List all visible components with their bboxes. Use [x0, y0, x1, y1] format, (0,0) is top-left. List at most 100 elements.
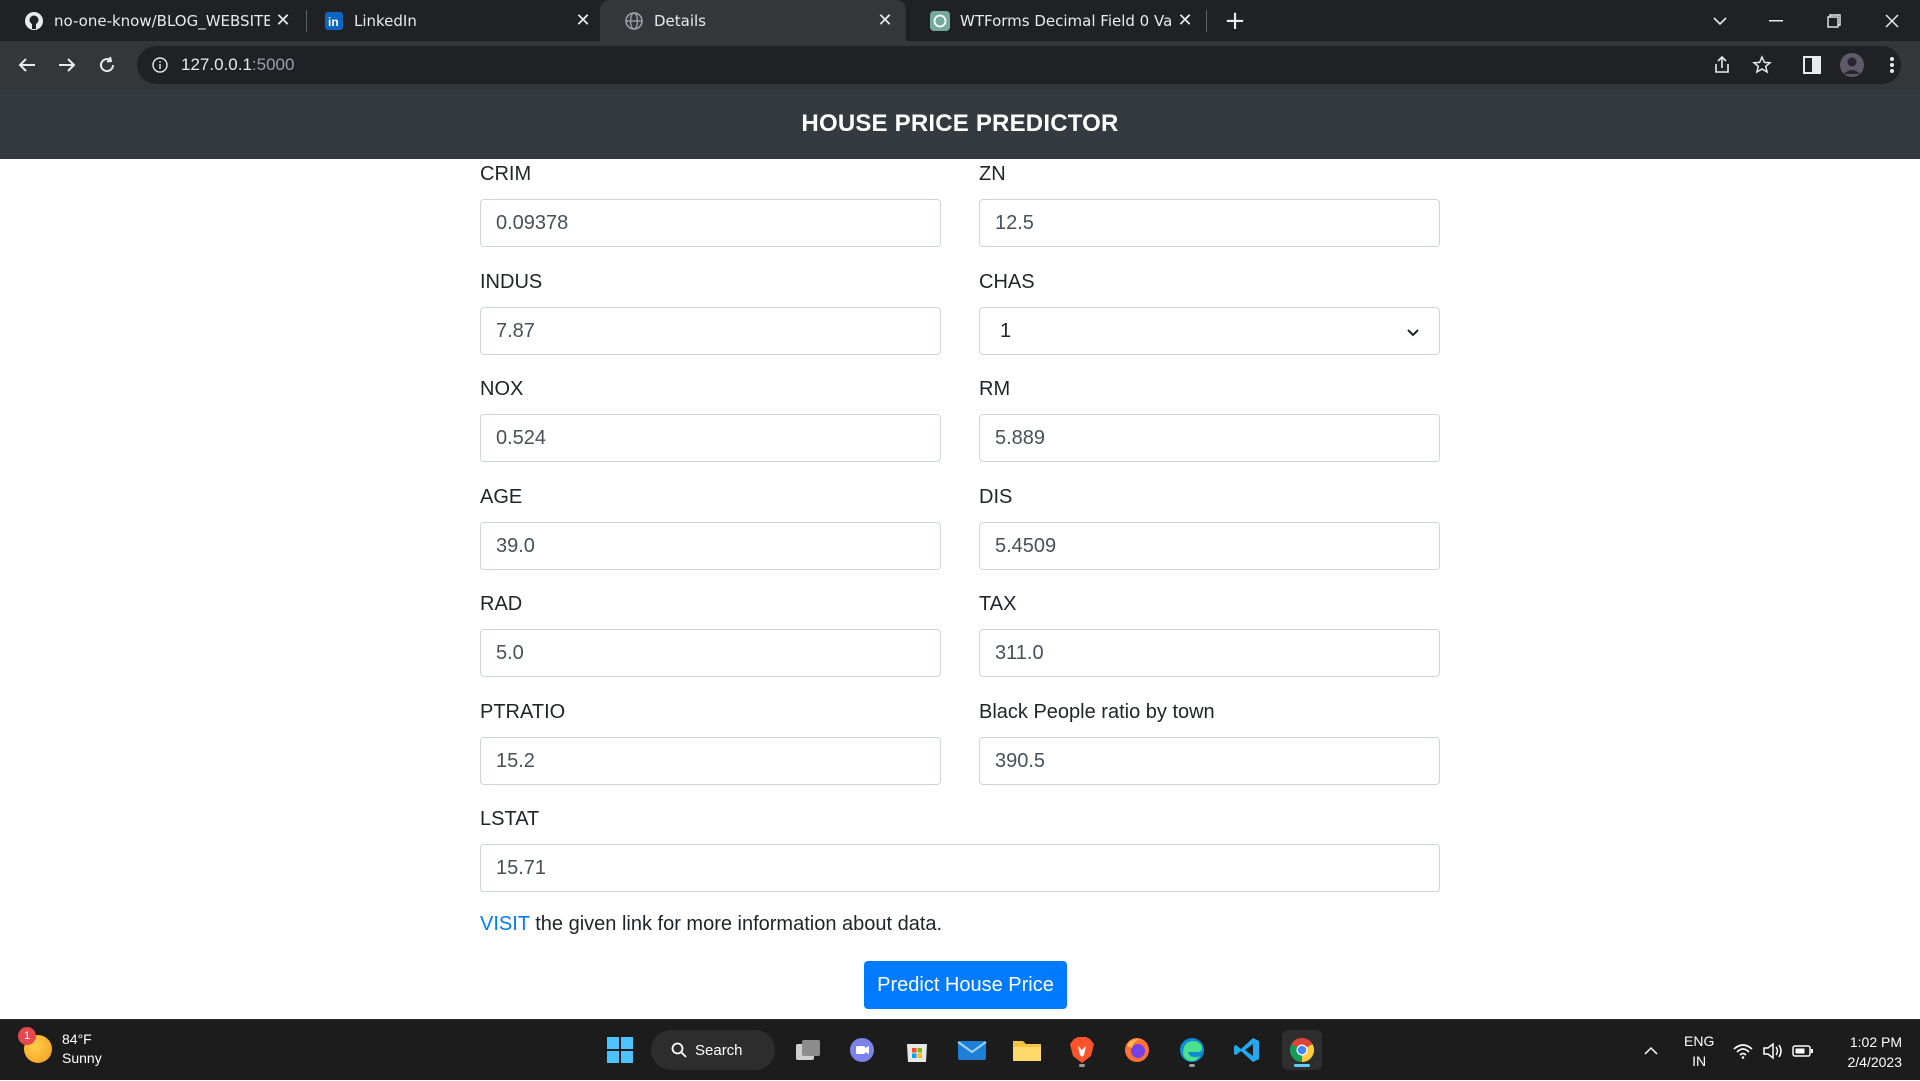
tax-input[interactable]: 311.0	[979, 629, 1440, 677]
running-indicator	[1079, 1064, 1085, 1067]
vscode-icon[interactable]	[1227, 1030, 1267, 1070]
close-icon[interactable]: ✕	[1172, 8, 1198, 34]
url-host: 127.0.0.1	[181, 55, 252, 74]
restore-button[interactable]	[1806, 0, 1862, 41]
region-code: IN	[1692, 1052, 1707, 1069]
edge-icon[interactable]	[1172, 1030, 1212, 1070]
notification-badge: 1	[18, 1027, 36, 1045]
crim-input[interactable]: 0.09378	[480, 199, 941, 247]
age-input[interactable]: 39.0	[480, 522, 941, 570]
chatgpt-icon	[930, 10, 950, 31]
rm-input[interactable]: 5.889	[979, 414, 1440, 462]
volume-status[interactable]	[1762, 1020, 1784, 1081]
browser-tab-strip: no-one-know/BLOG_WEBSITE ✕ in LinkedIn ✕…	[0, 0, 1920, 41]
dis-input[interactable]: 5.4509	[979, 522, 1440, 570]
tab-github[interactable]: no-one-know/BLOG_WEBSITE ✕	[0, 0, 304, 41]
visit-link[interactable]: VISIT	[480, 913, 530, 935]
tab-search-chevron-icon[interactable]	[1692, 0, 1748, 41]
weather-temp: 84°F	[62, 1031, 92, 1047]
system-clock[interactable]: 1:02 PM 2/4/2023	[1820, 1032, 1903, 1072]
weather-widget[interactable]: 1 84°F Sunny	[18, 1027, 102, 1068]
brave-browser-icon[interactable]	[1062, 1030, 1102, 1070]
nox-input[interactable]: 0.524	[480, 414, 941, 462]
chevron-down-icon	[1407, 320, 1419, 343]
weather-desc: Sunny	[62, 1050, 102, 1066]
close-icon[interactable]: ✕	[270, 8, 296, 34]
linkedin-icon: in	[324, 11, 344, 31]
zn-label: ZN	[979, 163, 1006, 185]
back-button[interactable]	[11, 49, 43, 81]
reload-button[interactable]	[91, 49, 123, 81]
github-icon	[24, 11, 44, 31]
close-icon[interactable]: ✕	[570, 8, 596, 34]
tab-title: LinkedIn	[354, 11, 417, 30]
b-input[interactable]: 390.5	[979, 737, 1440, 785]
tab-linkedin[interactable]: in LinkedIn ✕	[300, 0, 604, 41]
zn-input[interactable]: 12.5	[979, 199, 1440, 247]
file-explorer-icon[interactable]	[1007, 1030, 1047, 1070]
page-header: HOUSE PRICE PREDICTOR	[0, 89, 1920, 159]
globe-icon	[624, 11, 644, 31]
lstat-input[interactable]: 15.71	[480, 844, 1440, 892]
ptratio-input[interactable]: 15.2	[480, 737, 941, 785]
sun-icon: 1	[18, 1027, 52, 1063]
start-button[interactable]	[600, 1030, 640, 1070]
info-description: the given link for more information abou…	[529, 913, 943, 935]
rad-input[interactable]: 5.0	[480, 629, 941, 677]
task-view-icon[interactable]	[788, 1030, 828, 1070]
active-indicator	[1294, 1064, 1310, 1067]
search-icon	[671, 1042, 687, 1058]
taskbar-search[interactable]: Search	[651, 1030, 775, 1070]
profile-avatar[interactable]	[1836, 49, 1868, 81]
site-info-icon[interactable]	[151, 56, 169, 74]
indus-label: INDUS	[480, 271, 543, 293]
running-indicator	[1189, 1064, 1195, 1067]
network-status[interactable]	[1733, 1020, 1753, 1081]
close-window-button[interactable]	[1864, 0, 1920, 41]
dis-label: DIS	[979, 486, 1013, 508]
tax-label: TAX	[979, 593, 1017, 615]
bookmark-star-icon[interactable]	[1746, 49, 1778, 81]
language-code: ENG	[1684, 1032, 1715, 1049]
tab-title: Details	[654, 11, 707, 30]
info-text: VISIT the given link for more informatio…	[480, 913, 942, 936]
chrome-icon[interactable]	[1282, 1030, 1322, 1070]
tray-overflow-icon[interactable]	[1643, 1020, 1659, 1081]
rm-label: RM	[979, 378, 1011, 400]
close-icon[interactable]: ✕	[872, 8, 898, 34]
mail-icon[interactable]	[952, 1030, 992, 1070]
forward-button[interactable]	[51, 49, 83, 81]
nox-label: NOX	[480, 378, 524, 400]
new-tab-button[interactable]: +	[1220, 6, 1250, 36]
page-title: HOUSE PRICE PREDICTOR	[801, 110, 1119, 137]
windows-taskbar: 1 84°F Sunny Search ENG IN 1:02 PM 2/4/2…	[0, 1019, 1920, 1080]
address-bar[interactable]: 127.0.0.1:5000	[137, 46, 1901, 84]
predict-button[interactable]: Predict House Price	[864, 961, 1067, 1009]
indus-input[interactable]: 7.87	[480, 307, 941, 355]
battery-status[interactable]	[1792, 1020, 1814, 1081]
svg-text:in: in	[328, 15, 339, 29]
chas-select[interactable]: 1	[979, 307, 1440, 355]
share-icon[interactable]	[1706, 49, 1738, 81]
minimize-button[interactable]	[1748, 0, 1804, 41]
firefox-icon[interactable]	[1117, 1030, 1157, 1070]
language-indicator[interactable]: ENG IN	[1684, 1020, 1714, 1081]
url-port: :5000	[251, 55, 295, 74]
tab-title: WTForms Decimal Field 0 Value	[960, 11, 1172, 30]
battery-icon	[1792, 1044, 1813, 1057]
browser-toolbar: 127.0.0.1:5000	[0, 41, 1920, 89]
side-panel-icon[interactable]	[1796, 49, 1828, 81]
b-label: Black People ratio by town	[979, 701, 1215, 723]
ptratio-label: PTRATIO	[480, 701, 566, 723]
clock-time: 1:02 PM	[1849, 1034, 1902, 1050]
tab-details[interactable]: Details ✕	[600, 0, 906, 41]
rad-label: RAD	[480, 593, 523, 615]
tab-title: no-one-know/BLOG_WEBSITE	[54, 11, 270, 30]
microsoft-store-icon[interactable]	[897, 1030, 937, 1070]
crim-label: CRIM	[480, 163, 532, 185]
more-menu-icon[interactable]	[1876, 49, 1908, 81]
teams-chat-icon[interactable]	[842, 1030, 882, 1070]
tab-wtforms[interactable]: WTForms Decimal Field 0 Value ✕	[906, 0, 1206, 41]
lstat-label: LSTAT	[480, 808, 540, 830]
wifi-icon	[1733, 1043, 1753, 1059]
